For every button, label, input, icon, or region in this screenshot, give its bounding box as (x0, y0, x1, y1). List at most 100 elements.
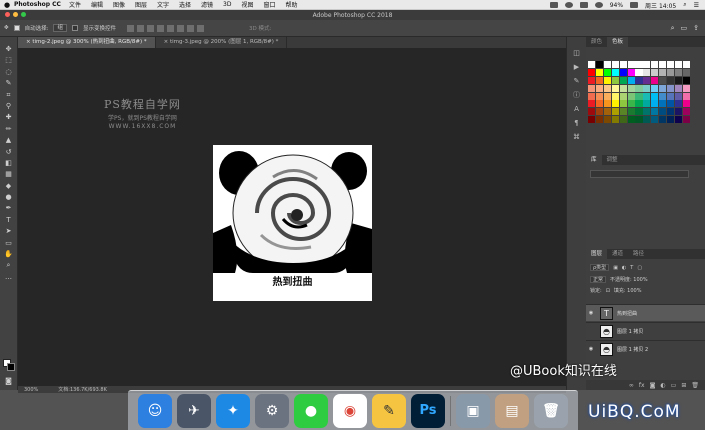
swatch[interactable] (627, 84, 635, 92)
canvas-area[interactable]: PS教程自学网 学PS，就到PS教程自学网 WWW.16XX8.COM 热到扭曲 (18, 48, 566, 386)
menu-window[interactable]: 窗口 (264, 0, 276, 9)
tab-timg-3[interactable]: × timg-3.jpeg @ 200% (图层 1, RGB/8#) * (156, 37, 288, 48)
move-tool-icon[interactable]: ✥ (4, 45, 13, 53)
swatch[interactable] (596, 115, 604, 123)
path-select-icon[interactable]: ➤ (4, 227, 13, 235)
dodge-tool-icon[interactable]: ● (4, 193, 13, 201)
swatch[interactable] (619, 92, 627, 100)
quick-mask-icon[interactable]: ◙ (4, 377, 13, 385)
swatches-grid[interactable] (588, 61, 690, 123)
swatch[interactable] (658, 115, 667, 123)
swatch[interactable] (588, 61, 596, 69)
swatch[interactable] (627, 100, 635, 108)
swatch[interactable] (635, 100, 643, 108)
history-icon[interactable]: ◫ (573, 49, 580, 57)
swatch[interactable] (604, 76, 612, 84)
quick-select-tool-icon[interactable]: ✎ (4, 79, 13, 87)
distribute-h-icon[interactable] (197, 24, 204, 32)
swatch[interactable] (651, 100, 659, 108)
swatch[interactable] (588, 100, 596, 108)
swatch[interactable] (643, 92, 651, 100)
show-transform-checkbox[interactable] (71, 25, 78, 31)
swatch[interactable] (658, 69, 667, 77)
background-color[interactable] (7, 363, 15, 371)
layer-row-text[interactable]: ◉ T 热到扭曲 (586, 304, 705, 321)
swatch[interactable] (666, 76, 674, 84)
swatch[interactable] (651, 61, 659, 69)
align-top-icon[interactable] (127, 24, 134, 32)
healing-tool-icon[interactable]: ✚ (4, 113, 13, 121)
swatch[interactable] (604, 100, 612, 108)
swatch[interactable] (682, 115, 690, 123)
hand-tool-icon[interactable]: ✋ (4, 250, 13, 258)
swatch[interactable] (611, 92, 619, 100)
swatch[interactable] (666, 100, 674, 108)
share-icon[interactable]: ⇪ (693, 24, 699, 33)
swatch[interactable] (604, 69, 612, 77)
swatch[interactable] (588, 108, 596, 116)
swatch[interactable] (643, 100, 651, 108)
swatch[interactable] (635, 61, 643, 69)
swatch[interactable] (635, 115, 643, 123)
swatch[interactable] (611, 69, 619, 77)
tab-swatches[interactable]: 色板 (607, 37, 629, 47)
swatch[interactable] (651, 69, 659, 77)
swatch[interactable] (651, 115, 659, 123)
info-icon[interactable]: ⓘ (573, 91, 580, 99)
swatch[interactable] (604, 92, 612, 100)
swatch[interactable] (627, 69, 635, 77)
auto-select-dropdown[interactable]: 组 (53, 24, 67, 32)
fx-icon[interactable]: fx (639, 382, 645, 389)
tray-wechat-icon[interactable] (579, 2, 588, 8)
swatch[interactable] (619, 84, 627, 92)
menu-select[interactable]: 选择 (179, 0, 191, 9)
swatch[interactable] (651, 92, 659, 100)
swatch[interactable] (588, 69, 596, 77)
align-bottom-icon[interactable] (147, 24, 154, 32)
swatch[interactable] (611, 100, 619, 108)
type-tool-icon[interactable]: T (4, 216, 13, 224)
align-middle-icon[interactable] (137, 24, 144, 32)
distribute-icon[interactable] (187, 24, 194, 32)
swatch[interactable] (643, 115, 651, 123)
tab-paths[interactable]: 路径 (628, 249, 649, 259)
photoshop-icon[interactable]: Ps (411, 393, 445, 428)
zoom-level[interactable]: 300% (24, 387, 38, 393)
swatch[interactable] (658, 76, 667, 84)
swatch[interactable] (596, 100, 604, 108)
swatch[interactable] (643, 69, 651, 77)
app-name-menu[interactable]: Photoshop CC (14, 1, 61, 8)
close-window-button[interactable] (5, 12, 10, 17)
swatch[interactable] (588, 115, 596, 123)
menu-edit[interactable]: 编辑 (91, 0, 103, 9)
blur-tool-icon[interactable]: ◆ (4, 182, 13, 190)
swatch[interactable] (682, 84, 690, 92)
notes-icon[interactable]: ✎ (372, 393, 406, 428)
tab-timg-2[interactable]: × timg-2.jpeg @ 300% (热到扭曲, RGB/8#) * (18, 37, 156, 48)
document-size[interactable]: 文档:136.7K/693.8K (58, 386, 107, 393)
wifi-icon[interactable] (594, 2, 603, 8)
swatch[interactable] (619, 100, 627, 108)
more-tools-icon[interactable]: … (4, 273, 13, 281)
swatch[interactable] (643, 76, 651, 84)
tray-app-icon[interactable] (549, 2, 558, 8)
swatch[interactable] (682, 61, 690, 69)
swatch[interactable] (643, 61, 651, 69)
swatch[interactable] (666, 69, 674, 77)
trash-icon[interactable]: 🗑 (691, 382, 699, 389)
eye-icon[interactable]: ◉ (586, 310, 596, 316)
menu-filter[interactable]: 滤镜 (201, 0, 213, 9)
finder-icon[interactable]: ☺ (138, 393, 172, 428)
blend-mode-select[interactable]: 正常 (590, 276, 607, 283)
swatch[interactable] (635, 108, 643, 116)
link-icon[interactable]: ∞ (629, 382, 634, 389)
lasso-tool-icon[interactable]: ◌ (4, 68, 13, 76)
history-brush-icon[interactable]: ↺ (4, 148, 13, 156)
stamp-tool-icon[interactable]: ▲ (4, 136, 13, 144)
swatch[interactable] (588, 92, 596, 100)
swatch[interactable] (627, 92, 635, 100)
marquee-tool-icon[interactable]: ⬚ (4, 56, 13, 64)
swatch[interactable] (635, 69, 643, 77)
swatch[interactable] (596, 84, 604, 92)
swatch[interactable] (651, 84, 659, 92)
